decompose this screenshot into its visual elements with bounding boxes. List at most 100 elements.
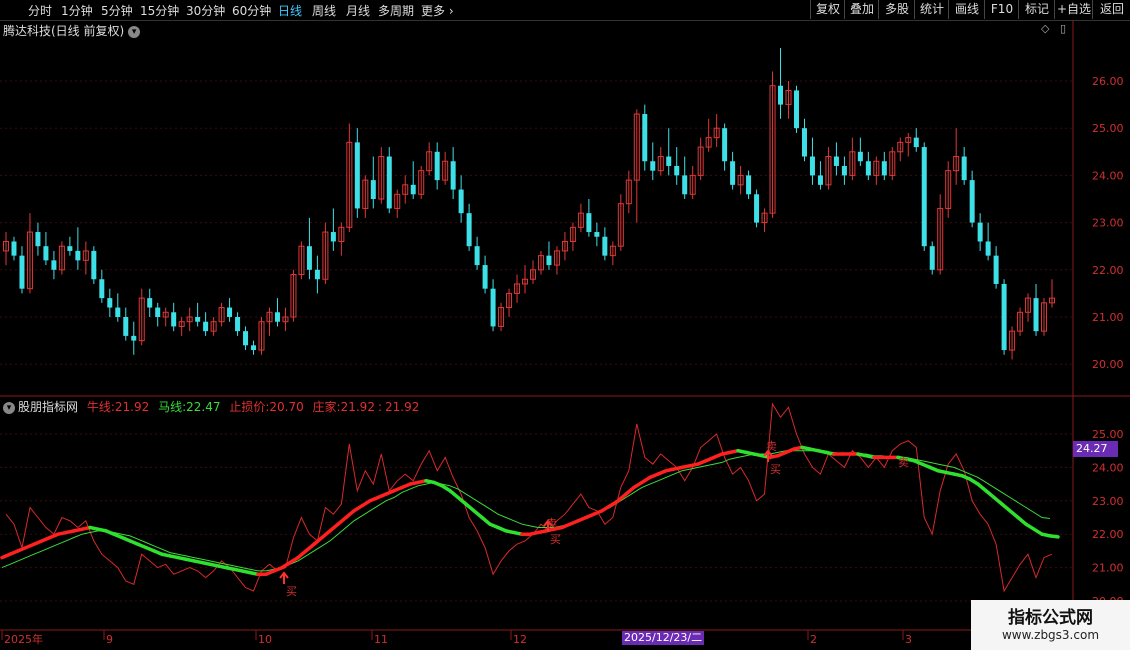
candle-body (929, 246, 935, 270)
candle-body (147, 298, 153, 308)
candle-body (306, 246, 312, 270)
candle-body (730, 161, 736, 185)
candle-body (674, 165, 680, 176)
price-tick-label: 21.00 (1092, 311, 1124, 324)
candle-body (833, 156, 839, 166)
candle-body (131, 335, 137, 341)
candle-body (43, 246, 49, 261)
candle-body (99, 279, 105, 299)
ma-value: 22.47 (186, 400, 221, 414)
candle-body (921, 147, 927, 247)
zj-label: 庄家: (312, 400, 341, 414)
niu-value: 21.92 (114, 400, 150, 414)
candle-body (330, 232, 336, 242)
candle-body (474, 246, 480, 266)
candle-body (195, 317, 201, 322)
candle-body (235, 317, 241, 332)
candle-body (602, 236, 608, 256)
candle-body (1033, 298, 1039, 332)
candle-body (642, 114, 648, 162)
watermark: 指标公式网 www.zbgs3.com (971, 600, 1130, 650)
zj-value: 21.92 (340, 400, 375, 414)
zj-value2: 21.92 (385, 400, 420, 414)
candle-body (434, 151, 440, 181)
candle-body (586, 213, 592, 233)
candle-body (354, 142, 360, 209)
candle-body (594, 232, 600, 237)
candle-body (67, 246, 73, 251)
x-tick-label: 3 (905, 633, 912, 646)
chevron-down-icon[interactable]: ▾ (3, 401, 15, 414)
price-tick-label: 22.00 (1092, 264, 1124, 277)
candle-body (977, 222, 983, 242)
candle-body (841, 165, 847, 176)
candle-body (458, 189, 464, 214)
indicator-tick-label: 22.00 (1092, 528, 1124, 541)
candle-body (203, 321, 209, 332)
ma-label: 马线: (158, 400, 187, 414)
buy-signal: 买 (286, 585, 297, 598)
candle-body (251, 345, 257, 351)
candle-body (857, 151, 863, 162)
stop-label: 止损价: (229, 400, 270, 414)
indicator-legend: ▾ 股朋指标网 牛线:21.92 马线:22.47 止损价:20.70 庄家:21… (3, 398, 424, 415)
candle-body (91, 250, 97, 280)
indicator-name: 股朋指标网 (18, 400, 79, 414)
indicator-tick-label: 25.00 (1092, 428, 1124, 441)
x-tick-label: 11 (374, 633, 388, 646)
price-tick-label: 23.00 (1092, 217, 1124, 230)
candle-body (123, 317, 129, 336)
candle-body (961, 156, 967, 181)
candle-body (682, 175, 688, 195)
candle-body (817, 175, 823, 185)
candle-body (490, 288, 496, 327)
candle-body (746, 175, 752, 195)
candle-body (75, 250, 81, 261)
candle-body (314, 269, 320, 280)
candle-body (410, 184, 416, 195)
candle-body (155, 307, 161, 317)
raw-price-line (5, 402, 1053, 593)
stock-chart[interactable]: 26.00 25.00 24.00 23.00 22.00 21.00 20.00 25.00… (0, 0, 1130, 650)
niu-line-segment (1048, 534, 1060, 539)
candle-body (666, 156, 672, 166)
candle-body (171, 312, 177, 327)
candle-body (722, 128, 728, 162)
indicator-tick-label: 21.00 (1092, 562, 1124, 575)
indicator-tick-label: 23.00 (1092, 495, 1124, 508)
sell-signal: 卖 (898, 456, 909, 469)
price-tick-label: 24.00 (1092, 169, 1124, 182)
candle-body (19, 255, 25, 289)
candle-body (466, 213, 472, 247)
buy-signal: 买 (550, 533, 561, 546)
x-tick-label: 9 (106, 633, 113, 646)
candle-body (51, 260, 57, 270)
x-tick-label: 2 (810, 633, 817, 646)
watermark-title: 指标公式网 (1008, 608, 1093, 628)
price-tick-label: 26.00 (1092, 75, 1124, 88)
candle-body (650, 161, 656, 171)
candle-body (482, 265, 488, 289)
candle-body (865, 161, 871, 176)
niu-label: 牛线: (86, 400, 115, 414)
candle-body (969, 180, 975, 223)
x-tick-label: 12 (513, 633, 527, 646)
candle-body (754, 194, 760, 223)
candle-body (107, 298, 113, 308)
date-cursor-badge: 2025/12/23/二 (622, 631, 705, 645)
candle-body (274, 312, 280, 322)
sell-signal: 卖 (546, 517, 557, 530)
candle-body (546, 255, 552, 266)
x-tick-label: 2025年 (4, 632, 43, 646)
buy-signal: 买 (770, 463, 781, 476)
candle-body (11, 241, 17, 256)
candle-body (243, 331, 249, 346)
sell-signal: 卖 (766, 440, 777, 453)
candle-body (993, 255, 999, 284)
candle-body (801, 128, 807, 157)
price-tick-label: 20.00 (1092, 358, 1124, 371)
x-tick-label: 10 (258, 633, 272, 646)
candle-body (793, 90, 799, 129)
candle-body (1001, 283, 1007, 351)
candle-body (386, 156, 392, 209)
